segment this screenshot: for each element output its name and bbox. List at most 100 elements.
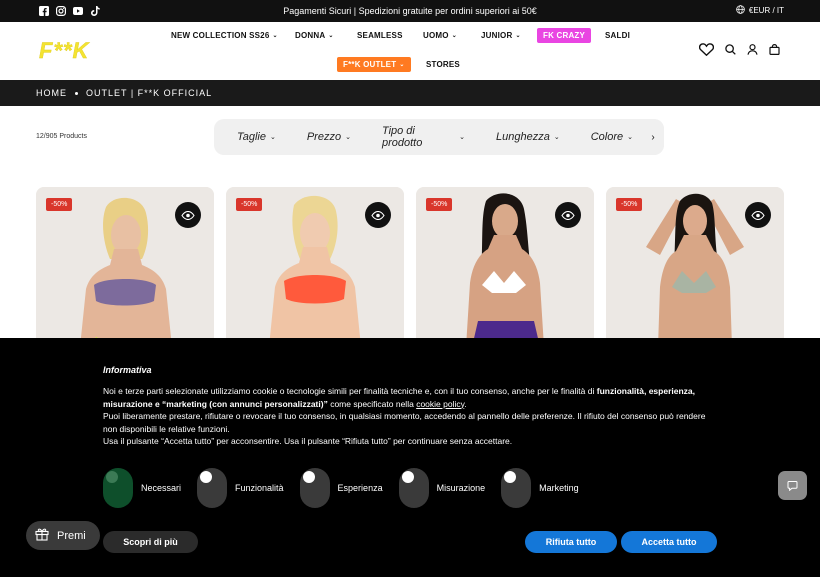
toggle-switch[interactable] (197, 468, 228, 508)
rewards-label: Premi (57, 529, 86, 542)
chat-icon[interactable] (778, 471, 807, 500)
rewards-button[interactable]: Premi (26, 521, 100, 550)
product-card[interactable]: -50% (226, 187, 404, 347)
cookie-text-part: Noi e terze parti selezionate utilizziam… (103, 386, 597, 396)
cookie-title: Informativa (103, 365, 152, 375)
toggle-label: Esperienza (337, 483, 383, 493)
site-header: F**K NEW COLLECTION SS26 ⌄ DONNA ⌄ SEAMLES… (0, 22, 820, 80)
gift-icon (35, 527, 49, 544)
cookie-paragraph-3: Usa il pulsante “Accetta tutto” per acco… (103, 436, 513, 446)
cookie-text-part: come specificato nella (327, 398, 417, 409)
filter-label: Tipo di prodotto (381, 125, 423, 149)
filter-bar: Taglie ⌄ Prezzo ⌄ Tipo di prodotto ⌄ Lunghe… (214, 119, 664, 155)
breadcrumb-home[interactable]: HOME (36, 88, 67, 98)
product-card[interactable]: -50% (36, 187, 214, 347)
account-icon[interactable] (746, 43, 758, 55)
filter-prezzo[interactable]: Prezzo ⌄ (307, 131, 351, 143)
chevron-down-icon: ⌄ (553, 134, 560, 141)
breadcrumb-separator (75, 91, 78, 95)
cookie-paragraph-2: Puoi liberamente prestare, rifiutare o r… (103, 411, 706, 434)
consent-toggles: Necessari Funzionalità Esperienza Misura… (103, 468, 595, 508)
toggle-label: Funzionalità (235, 483, 284, 493)
toggle-marketing[interactable]: Marketing (501, 468, 579, 508)
toggle-switch[interactable] (103, 468, 133, 508)
header-actions (699, 42, 780, 56)
nav-donna[interactable]: DONNA ⌄ (295, 31, 334, 40)
globe-icon (736, 5, 745, 16)
locale-selector[interactable]: €EUR / IT (736, 5, 784, 16)
promo-text: Pagamenti Sicuri | Spedizioni gratuite p… (283, 6, 537, 16)
nav-fk-crazy[interactable]: FK CRAZY (537, 28, 592, 43)
filter-label: Colore (590, 131, 624, 143)
cookie-text-part: . (464, 398, 467, 409)
chevron-down-icon: ⌄ (451, 33, 457, 39)
toggle-misurazione[interactable]: Misurazione (398, 468, 486, 508)
cookie-consent-banner: Informativa Noi e terze parti selezionat… (0, 338, 820, 577)
toggle-label: Necessari (141, 483, 182, 493)
nav-label: UOMO (423, 31, 449, 40)
toggle-switch[interactable] (299, 468, 330, 508)
chevron-down-icon: ⌄ (272, 33, 278, 39)
nav-label: DONNA (295, 31, 326, 40)
toggle-switch[interactable] (501, 468, 532, 508)
announcement-bar: Pagamenti Sicuri | Spedizioni gratuite p… (0, 0, 820, 22)
filter-label: Taglie (237, 131, 266, 143)
wishlist-icon[interactable] (699, 42, 714, 56)
nav-saldi[interactable]: SALDI (605, 31, 630, 40)
product-card[interactable]: -50% (606, 187, 784, 347)
chevron-down-icon: ⌄ (515, 33, 521, 39)
chevron-down-icon: ⌄ (399, 62, 405, 68)
toggle-switch[interactable] (398, 468, 429, 508)
nav-seamless[interactable]: SEAMLESS (357, 31, 403, 40)
chevron-down-icon: ⌄ (627, 134, 633, 141)
breadcrumb: HOME OUTLET | F**K OFFICIAL (0, 80, 820, 106)
toggle-esperienza[interactable]: Esperienza (299, 468, 383, 508)
nav-label: SALDI (605, 31, 630, 40)
toggle-label: Marketing (539, 483, 579, 493)
cart-icon[interactable] (768, 43, 780, 55)
nav-new-collection[interactable]: NEW COLLECTION SS26 ⌄ (171, 31, 278, 40)
breadcrumb-current: OUTLET | F**K OFFICIAL (86, 88, 213, 98)
nav-stores[interactable]: STORES (426, 60, 460, 69)
discount-badge: -50% (426, 198, 453, 211)
nav-uomo[interactable]: UOMO ⌄ (423, 31, 457, 40)
quick-view-eye-icon[interactable] (745, 202, 771, 228)
nav-label: NEW COLLECTION SS26 (171, 31, 270, 40)
product-card[interactable]: -50% (416, 187, 594, 347)
nav-outlet[interactable]: F**K OUTLET ⌄ (337, 57, 411, 72)
learn-more-button[interactable]: Scopri di più (103, 531, 198, 553)
cookie-text: Noi e terze parti selezionate utilizziam… (103, 385, 713, 448)
chevron-down-icon: ⌄ (269, 134, 276, 141)
toggle-funzionalita[interactable]: Funzionalità (197, 468, 284, 508)
chevron-down-icon: ⌄ (345, 134, 351, 141)
nav-label: STORES (426, 60, 460, 69)
chevron-right-icon[interactable]: › (642, 119, 664, 155)
filter-taglie[interactable]: Taglie ⌄ (237, 131, 276, 143)
reject-all-button[interactable]: Rifiuta tutto (525, 531, 617, 553)
cookie-paragraph-1: Noi e terze parti selezionate utilizziam… (103, 385, 713, 410)
nav-junior[interactable]: JUNIOR ⌄ (481, 31, 521, 40)
product-count: 12/905 Products (36, 133, 87, 140)
locale-label: €EUR / IT (748, 6, 784, 15)
chevron-down-icon: ⌄ (459, 134, 466, 141)
nav-label: FK CRAZY (543, 31, 586, 40)
filter-tipo-prodotto[interactable]: Tipo di prodotto ⌄ (382, 125, 465, 149)
quick-view-eye-icon[interactable] (555, 202, 581, 228)
filter-lunghezza[interactable]: Lunghezza ⌄ (496, 131, 560, 143)
filter-label: Lunghezza (496, 131, 550, 143)
toggle-necessari[interactable]: Necessari (103, 468, 181, 508)
discount-badge: -50% (46, 198, 73, 211)
discount-badge: -50% (236, 198, 263, 211)
filter-label: Prezzo (306, 131, 342, 143)
filter-colore[interactable]: Colore ⌄ (591, 131, 633, 143)
accept-all-button[interactable]: Accetta tutto (621, 531, 717, 553)
quick-view-eye-icon[interactable] (175, 202, 201, 228)
brand-logo[interactable]: F**K (39, 38, 89, 64)
cookie-policy-link[interactable]: cookie policy (416, 399, 464, 409)
nav-label: SEAMLESS (357, 31, 403, 40)
search-icon[interactable] (724, 43, 736, 55)
chevron-down-icon: ⌄ (328, 33, 334, 39)
nav-label: F**K OUTLET (343, 60, 397, 69)
toggle-label: Misurazione (436, 483, 486, 493)
quick-view-eye-icon[interactable] (365, 202, 391, 228)
